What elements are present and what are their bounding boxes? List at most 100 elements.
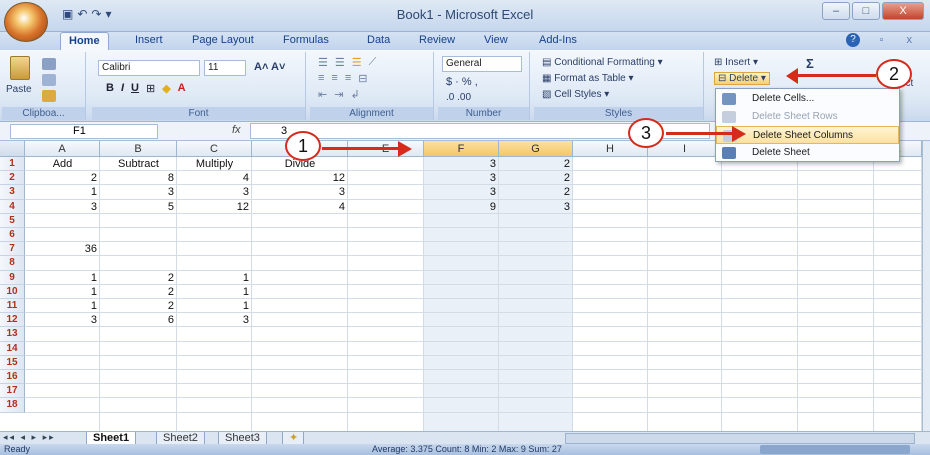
tab-review[interactable]: Review xyxy=(419,34,455,46)
cell-b10[interactable]: 2 xyxy=(100,285,177,299)
cell-c3[interactable]: 3 xyxy=(177,185,252,199)
bold-icon[interactable]: B xyxy=(106,82,114,95)
delete-button[interactable]: ⊟ Delete ▾ xyxy=(714,72,770,85)
format-as-table-button[interactable]: ▦ Format as Table ▾ xyxy=(542,73,634,84)
cell-g3[interactable]: 2 xyxy=(499,185,573,199)
wrap-text-icon[interactable]: ↲ xyxy=(350,88,359,101)
row-header-14[interactable]: 14 xyxy=(0,341,25,356)
row-header-3[interactable]: 3 xyxy=(0,185,25,200)
italic-icon[interactable]: I xyxy=(121,82,124,95)
cell-c9[interactable]: 1 xyxy=(177,271,252,285)
paste-button[interactable]: Paste xyxy=(6,84,32,95)
tab-home[interactable]: Home xyxy=(60,32,109,50)
column-header-f[interactable]: F xyxy=(424,141,499,157)
ribbon-window-controls[interactable]: – ▫ x xyxy=(850,34,922,46)
grow-font-icon[interactable]: A˄ A˅ xyxy=(254,61,285,73)
horizontal-scrollbar[interactable] xyxy=(565,433,915,444)
autosum-icon[interactable]: Σ xyxy=(806,56,814,71)
fx-icon[interactable]: fx xyxy=(232,124,241,136)
row-header-16[interactable]: 16 xyxy=(0,370,25,385)
cell-a7[interactable]: 36 xyxy=(25,242,100,256)
format-painter-icon[interactable] xyxy=(42,90,56,102)
row-header-8[interactable]: 8 xyxy=(0,256,25,271)
sheet-nav-icons[interactable]: ◂◂ ◂ ▸ ▸▸ xyxy=(3,432,56,443)
cell-c2[interactable]: 4 xyxy=(177,171,252,185)
select-all-corner[interactable] xyxy=(0,141,25,157)
align-middle-icon[interactable]: ☰ xyxy=(335,56,345,69)
cell-a10[interactable]: 1 xyxy=(25,285,100,299)
cell-b2[interactable]: 8 xyxy=(100,171,177,185)
column-header-g[interactable]: G xyxy=(499,141,573,157)
row-header-15[interactable]: 15 xyxy=(0,355,25,370)
row-header-7[interactable]: 7 xyxy=(0,242,25,257)
cell-a3[interactable]: 1 xyxy=(25,185,100,199)
row-header-4[interactable]: 4 xyxy=(0,199,25,214)
row-header-1[interactable]: 1 xyxy=(0,157,25,172)
office-button[interactable] xyxy=(4,2,48,42)
cell-c10[interactable]: 1 xyxy=(177,285,252,299)
worksheet-grid[interactable]: ABCDEFGHIJKL 123456789101112131415161718… xyxy=(0,141,922,431)
orientation-icon[interactable]: ⟋ xyxy=(369,56,377,69)
cell-f4[interactable]: 9 xyxy=(424,200,499,214)
number-format-select[interactable]: General xyxy=(442,56,522,72)
cell-b3[interactable]: 3 xyxy=(100,185,177,199)
cell-f2[interactable]: 3 xyxy=(424,171,499,185)
menu-item-delete-sheet-rows[interactable]: Delete Sheet Rows xyxy=(716,108,899,126)
cell-d3[interactable]: 3 xyxy=(252,185,348,199)
decrease-indent-icon[interactable]: ⇤ xyxy=(318,88,327,101)
cut-icon[interactable] xyxy=(42,58,56,70)
cell-a1[interactable]: Add xyxy=(25,157,100,171)
row-header-2[interactable]: 2 xyxy=(0,171,25,186)
cell-g1[interactable]: 2 xyxy=(499,157,573,171)
cell-b9[interactable]: 2 xyxy=(100,271,177,285)
cell-b12[interactable]: 6 xyxy=(100,313,177,327)
borders-icon[interactable]: ⊞ xyxy=(146,82,155,95)
menu-item-delete-sheet[interactable]: Delete Sheet xyxy=(716,144,899,162)
cell-b1[interactable]: Subtract xyxy=(100,157,177,171)
decimal-icons[interactable]: .0 .00 xyxy=(446,92,471,103)
font-color-icon[interactable]: A xyxy=(178,82,186,95)
cell-c12[interactable]: 3 xyxy=(177,313,252,327)
cell-b4[interactable]: 5 xyxy=(100,200,177,214)
underline-icon[interactable]: U xyxy=(131,82,139,95)
maximize-button[interactable]: □ xyxy=(852,2,880,20)
column-header-b[interactable]: B xyxy=(100,141,177,157)
tab-view[interactable]: View xyxy=(484,34,508,46)
row-header-11[interactable]: 11 xyxy=(0,299,25,314)
tab-insert[interactable]: Insert xyxy=(135,34,163,46)
zoom-slider[interactable] xyxy=(760,445,910,454)
minimize-button[interactable]: – xyxy=(822,2,850,20)
menu-item-delete-cells[interactable]: Delete Cells... xyxy=(716,90,899,108)
tab-data[interactable]: Data xyxy=(367,34,390,46)
close-button[interactable]: X xyxy=(882,2,924,20)
cell-a2[interactable]: 2 xyxy=(25,171,100,185)
fill-color-icon[interactable]: ◆ xyxy=(162,82,170,95)
cell-f3[interactable]: 3 xyxy=(424,185,499,199)
row-header-10[interactable]: 10 xyxy=(0,284,25,299)
align-bottom-icon[interactable]: ☰ xyxy=(352,56,362,69)
tab-formulas[interactable]: Formulas xyxy=(283,34,329,46)
tab-page-layout[interactable]: Page Layout xyxy=(192,34,254,46)
font-size-select[interactable]: 11 xyxy=(204,60,246,76)
row-header-12[interactable]: 12 xyxy=(0,313,25,328)
row-header-18[interactable]: 18 xyxy=(0,398,25,413)
paste-icon[interactable] xyxy=(10,56,30,80)
cell-c11[interactable]: 1 xyxy=(177,299,252,313)
cell-f1[interactable]: 3 xyxy=(424,157,499,171)
cell-a11[interactable]: 1 xyxy=(25,299,100,313)
cell-a9[interactable]: 1 xyxy=(25,271,100,285)
cell-styles-button[interactable]: ▧ Cell Styles ▾ xyxy=(542,89,609,100)
cell-b11[interactable]: 2 xyxy=(100,299,177,313)
row-header-13[interactable]: 13 xyxy=(0,327,25,342)
currency-percent-icons[interactable]: $ · % , xyxy=(446,76,478,88)
vertical-scrollbar[interactable] xyxy=(922,141,930,431)
column-header-i[interactable]: I xyxy=(648,141,722,157)
increase-indent-icon[interactable]: ⇥ xyxy=(334,88,343,101)
cell-a12[interactable]: 3 xyxy=(25,313,100,327)
row-header-9[interactable]: 9 xyxy=(0,270,25,285)
column-header-c[interactable]: C xyxy=(177,141,252,157)
align-right-icon[interactable]: ≡ xyxy=(345,72,351,85)
row-header-5[interactable]: 5 xyxy=(0,213,25,228)
cell-d2[interactable]: 12 xyxy=(252,171,348,185)
row-header-6[interactable]: 6 xyxy=(0,228,25,243)
